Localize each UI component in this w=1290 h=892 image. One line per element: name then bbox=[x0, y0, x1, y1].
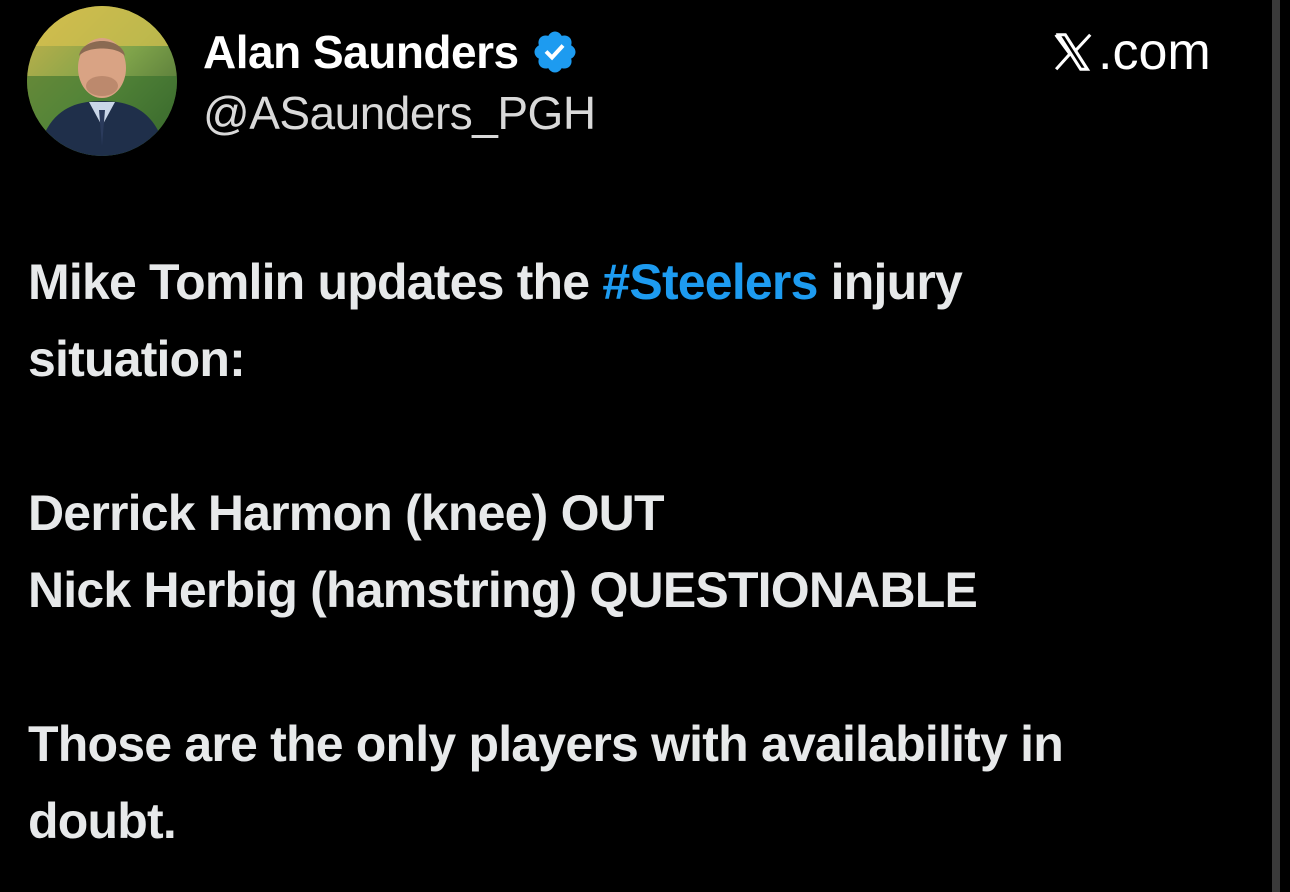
tweet-card: Alan Saunders @ASaunders_PGH .com Mike T… bbox=[0, 0, 1270, 892]
avatar[interactable] bbox=[27, 6, 177, 156]
closing-line-2: doubt. bbox=[28, 793, 177, 849]
tweet-text: Mike Tomlin updates the #Steelers injury… bbox=[28, 244, 1268, 860]
x-logo-icon bbox=[1054, 33, 1092, 71]
brand-link[interactable]: .com bbox=[1050, 22, 1211, 82]
hashtag-link[interactable]: #Steelers bbox=[602, 254, 818, 310]
author-row: Alan Saunders bbox=[203, 22, 579, 82]
brand-suffix: .com bbox=[1098, 23, 1211, 81]
author-handle[interactable]: @ASaunders_PGH bbox=[203, 86, 596, 140]
tweet-text-segment: injury bbox=[817, 254, 963, 310]
tweet-line-1: Mike Tomlin updates the #Steelers injury bbox=[28, 244, 1268, 321]
profile-photo bbox=[27, 6, 177, 156]
screen-edge-divider bbox=[1272, 0, 1280, 892]
tweet-text-segment: Mike Tomlin updates the bbox=[28, 254, 603, 310]
closing-line-1: Those are the only players with availabi… bbox=[28, 716, 1064, 772]
display-name[interactable]: Alan Saunders bbox=[203, 25, 519, 79]
injury-line-2: Nick Herbig (hamstring) QUESTIONABLE bbox=[28, 562, 978, 618]
tweet-line-2: situation: bbox=[28, 331, 246, 387]
injury-line-1: Derrick Harmon (knee) OUT bbox=[28, 485, 665, 541]
verified-badge-icon bbox=[534, 31, 576, 73]
